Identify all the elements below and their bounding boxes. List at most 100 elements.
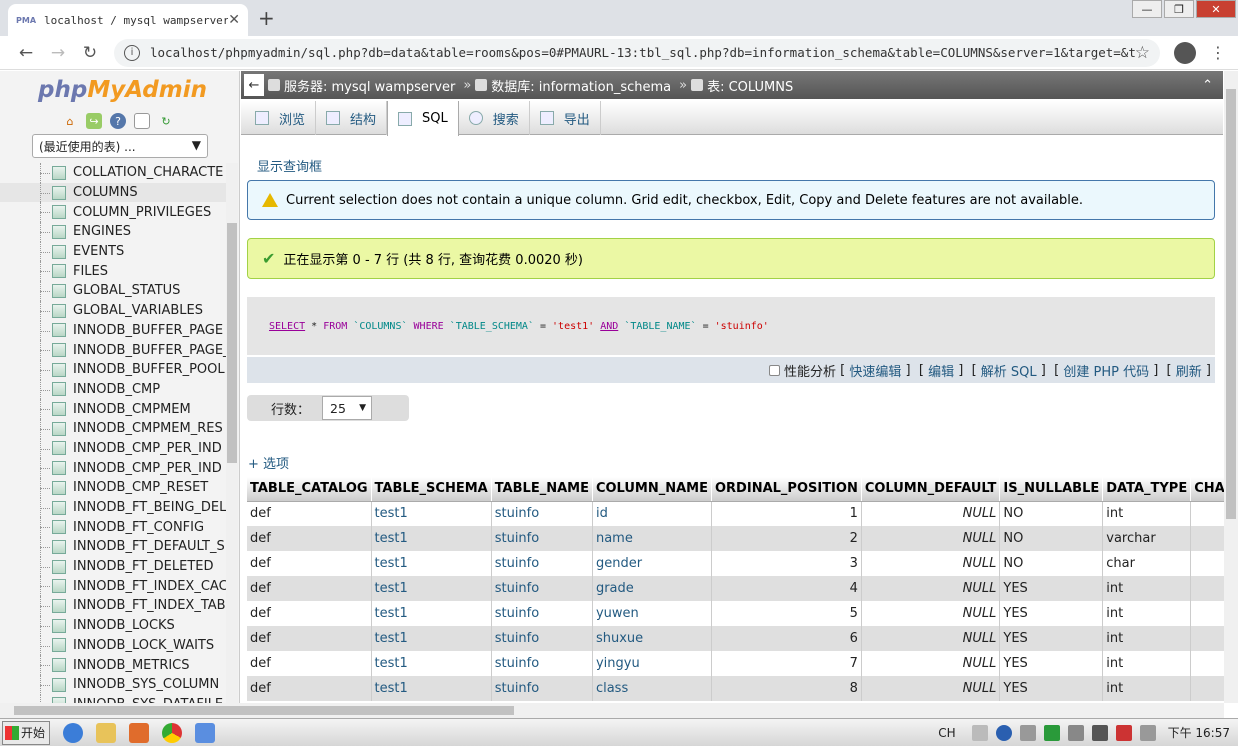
- table-icon[interactable]: [52, 421, 66, 436]
- tab-export[interactable]: 导出: [530, 101, 601, 135]
- table-icon[interactable]: [52, 677, 66, 692]
- column-header[interactable]: ORDINAL_POSITION: [711, 477, 862, 502]
- nav-table-item[interactable]: INNODB_LOCK_WAITS: [0, 635, 226, 656]
- table-icon[interactable]: [52, 598, 66, 613]
- logout-icon[interactable]: ↪: [86, 113, 102, 129]
- restore-icon[interactable]: ❐: [1164, 0, 1194, 18]
- column-header[interactable]: TABLE_SCHEMA: [371, 477, 492, 502]
- table-icon[interactable]: [52, 205, 66, 220]
- table-icon[interactable]: [52, 362, 66, 377]
- explain-sql-link[interactable]: 解析 SQL: [981, 361, 1037, 380]
- table-icon[interactable]: [52, 165, 66, 180]
- table-icon[interactable]: [52, 224, 66, 239]
- phpmyadmin-logo[interactable]: phpMyAdmin: [38, 77, 207, 103]
- table-icon[interactable]: [52, 658, 66, 673]
- security-icon[interactable]: [1115, 724, 1132, 741]
- table-icon[interactable]: [52, 264, 66, 279]
- app-bird-icon[interactable]: [195, 722, 215, 743]
- column-header[interactable]: COLUMN_DEFAULT: [861, 477, 1001, 502]
- tab-sql[interactable]: SQL: [387, 101, 459, 136]
- table-icon[interactable]: [52, 520, 66, 535]
- site-info-icon[interactable]: i: [124, 44, 140, 61]
- breadcrumb-server[interactable]: 服务器: mysql wampserver: [268, 76, 455, 95]
- ie-icon[interactable]: [63, 722, 83, 743]
- account-avatar-icon[interactable]: [1174, 41, 1196, 64]
- nav-table-item[interactable]: FILES: [0, 261, 226, 281]
- back-arrow-icon[interactable]: ←: [10, 43, 42, 63]
- column-header[interactable]: TABLE_NAME: [491, 477, 593, 502]
- nav-table-item[interactable]: INNODB_FT_BEING_DEL: [0, 497, 226, 518]
- recent-tables-select[interactable]: (最近使用的表) ... ▼: [32, 134, 208, 158]
- options-toggle-link[interactable]: + 选项: [248, 453, 289, 472]
- inline-edit-link[interactable]: 快速编辑: [849, 361, 901, 380]
- wamp-icon[interactable]: [1043, 724, 1060, 741]
- horizontal-scroll-thumb[interactable]: [14, 706, 514, 715]
- minimize-icon[interactable]: —: [1132, 0, 1162, 18]
- table-icon[interactable]: [52, 638, 66, 653]
- help-tray-icon[interactable]: [995, 724, 1012, 741]
- browser-tab[interactable]: PMA localhost / mysql wampserver ✕: [8, 4, 248, 36]
- nav-table-item[interactable]: EVENTS: [0, 241, 226, 262]
- table-icon[interactable]: [52, 500, 66, 515]
- tab-close-icon[interactable]: ✕: [228, 12, 240, 28]
- nav-table-item[interactable]: INNODB_SYS_DATAFILE: [0, 694, 226, 703]
- new-tab-icon[interactable]: +: [258, 6, 275, 30]
- browser-menu-icon[interactable]: ⋮: [1210, 43, 1226, 62]
- nav-table-item[interactable]: INNODB_CMP_PER_IND: [0, 458, 226, 478]
- table-icon[interactable]: [52, 618, 66, 633]
- nav-table-item[interactable]: INNODB_BUFFER_POOL: [0, 359, 226, 380]
- nav-table-item[interactable]: INNODB_FT_INDEX_TAB: [0, 596, 226, 616]
- nav-scroll-thumb[interactable]: [227, 223, 237, 463]
- forward-arrow-icon[interactable]: →: [42, 43, 74, 63]
- main-scroll-thumb[interactable]: [1226, 89, 1236, 519]
- tab-search[interactable]: 搜索: [459, 101, 530, 135]
- table-icon[interactable]: [52, 441, 66, 456]
- nav-table-item[interactable]: INNODB_BUFFER_PAGE_: [0, 340, 230, 360]
- table-icon[interactable]: [52, 303, 66, 318]
- nav-table-item[interactable]: INNODB_LOCKS: [0, 615, 226, 636]
- breadcrumb-database[interactable]: 数据库: information_schema: [475, 76, 671, 95]
- nav-table-item[interactable]: INNODB_FT_DEFAULT_S: [0, 537, 226, 557]
- nav-table-item[interactable]: INNODB_FT_INDEX_CAC: [0, 576, 228, 596]
- nav-table-item[interactable]: COLLATION_CHARACTE: [0, 163, 226, 183]
- edit-link[interactable]: 编辑: [928, 361, 954, 380]
- nav-table-item[interactable]: INNODB_CMP_PER_IND: [0, 438, 226, 459]
- table-icon[interactable]: [52, 283, 66, 298]
- create-php-code-link[interactable]: 创建 PHP 代码: [1063, 361, 1149, 380]
- nav-table-item[interactable]: GLOBAL_STATUS: [0, 281, 226, 301]
- nav-scrollbar[interactable]: [226, 163, 238, 703]
- nav-table-item[interactable]: INNODB_METRICS: [0, 655, 226, 675]
- refresh-link[interactable]: 刷新: [1176, 361, 1202, 380]
- keyboard-icon[interactable]: [971, 724, 988, 741]
- chrome-icon[interactable]: [162, 722, 182, 743]
- nav-table-item[interactable]: INNODB_SYS_COLUMN: [0, 674, 226, 695]
- table-icon[interactable]: [52, 539, 66, 554]
- vm-icon[interactable]: [1091, 724, 1108, 741]
- nav-table-item[interactable]: INNODB_CMPMEM: [0, 399, 226, 419]
- rows-select[interactable]: 25 ▼: [322, 396, 373, 420]
- table-icon[interactable]: [52, 343, 66, 358]
- table-icon[interactable]: [52, 323, 66, 338]
- window-close-icon[interactable]: ✕: [1196, 0, 1236, 18]
- tab-structure[interactable]: 结构: [316, 101, 388, 135]
- home-icon[interactable]: ⌂: [62, 113, 78, 129]
- main-scrollbar[interactable]: [1224, 71, 1238, 703]
- reload-icon[interactable]: ↻: [74, 43, 106, 63]
- table-icon[interactable]: [52, 244, 66, 259]
- table-icon[interactable]: [52, 402, 66, 417]
- settings-tray-icon[interactable]: [1019, 724, 1036, 741]
- nav-table-item[interactable]: INNODB_CMP_RESET: [0, 478, 226, 498]
- table-icon[interactable]: [52, 461, 66, 476]
- input-language[interactable]: CH: [938, 726, 955, 740]
- table-icon[interactable]: [52, 382, 66, 397]
- folder-icon[interactable]: [96, 722, 116, 743]
- nav-table-item[interactable]: INNODB_FT_DELETED: [0, 556, 226, 577]
- network-icon[interactable]: [1067, 724, 1084, 741]
- collapse-nav-icon[interactable]: ←: [244, 74, 264, 96]
- nav-table-item[interactable]: COLUMNS: [0, 182, 226, 203]
- refresh-nav-icon[interactable]: ↻: [158, 113, 174, 129]
- table-icon[interactable]: [52, 579, 66, 594]
- table-icon[interactable]: [52, 559, 66, 574]
- collapse-header-icon[interactable]: ⌃: [1202, 78, 1213, 93]
- table-icon[interactable]: [52, 480, 66, 495]
